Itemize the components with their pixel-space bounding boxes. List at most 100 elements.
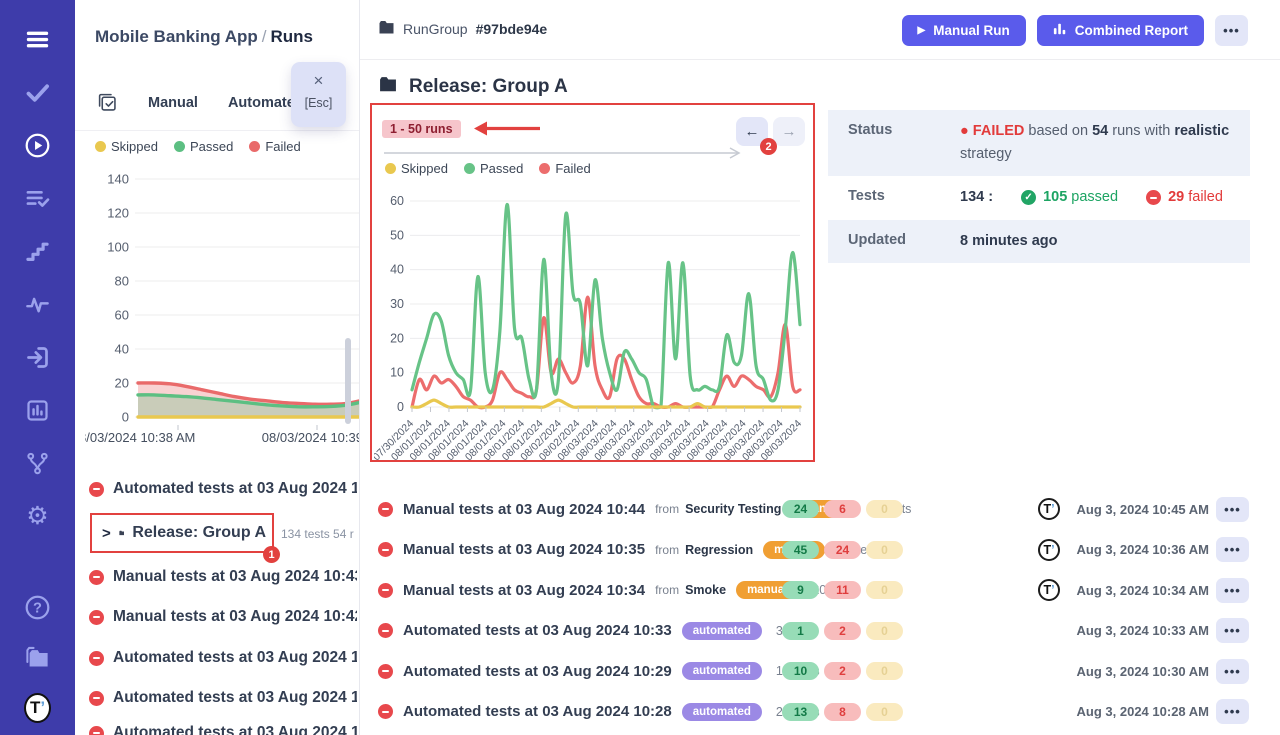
from-label: from (655, 502, 679, 516)
row-more-button[interactable]: ••• (1216, 497, 1249, 522)
legend-item-failed[interactable]: Failed (539, 161, 590, 176)
rungroup-run-row[interactable]: Manual tests at 03 Aug 2024 10:35fromReg… (378, 535, 1268, 565)
testomat-logo-icon[interactable]: T’ (24, 694, 51, 721)
rungroup-breadcrumb: RunGroup #97bde94e (378, 20, 547, 38)
legend-item-skipped[interactable]: Skipped (385, 161, 448, 176)
projects-icon[interactable] (24, 644, 51, 671)
row-more-button[interactable]: ••• (1216, 659, 1249, 684)
tab-manual[interactable]: Manual (148, 95, 198, 111)
legend-item-failed[interactable]: Failed (249, 139, 300, 154)
skipped-badge: 0 (866, 662, 903, 680)
steps-icon[interactable] (24, 238, 51, 265)
passed-badge: 10 (782, 662, 819, 680)
main-topbar: RunGroup #97bde94e ▶ Manual Run Combined… (360, 0, 1280, 60)
app-window: ⚙ ?T’ Mobile Banking App/Runs Manual Aut… (0, 0, 1280, 735)
failed-status-icon (89, 482, 104, 497)
tests-failed-label: failed (1188, 189, 1223, 205)
status-label: Status (848, 120, 960, 138)
legend-dot-icon (385, 163, 396, 174)
branches-icon[interactable] (24, 450, 51, 477)
run-timestamp: Aug 3, 2024 10:30 AM (1068, 664, 1209, 679)
result-badges: 2460 (782, 500, 903, 518)
result-badges: 9110 (782, 581, 903, 599)
combined-report-label: Combined Report (1075, 23, 1188, 38)
tasks-check-icon[interactable] (24, 79, 51, 106)
rungroup-run-row[interactable]: Automated tests at 03 Aug 2024 10:33auto… (378, 616, 1268, 646)
combined-report-button[interactable]: Combined Report (1037, 15, 1204, 46)
tests-total: 134 : (960, 186, 993, 209)
passed-badge: 24 (782, 500, 819, 518)
updated-value: 8 minutes ago (960, 230, 1250, 253)
project-name[interactable]: Mobile Banking App (95, 27, 258, 46)
run-timestamp: Aug 3, 2024 10:28 AM (1068, 704, 1209, 719)
rungroup-heading: Release: Group A (378, 76, 568, 98)
rungroup-run-row[interactable]: Manual tests at 03 Aug 2024 10:44fromSec… (378, 494, 1268, 524)
folder-icon (378, 76, 398, 98)
rungroup-id: #97bde94e (476, 21, 548, 37)
pulse-icon[interactable] (24, 291, 51, 318)
test-plans-icon[interactable] (24, 185, 51, 212)
legend-item-skipped[interactable]: Skipped (95, 139, 158, 154)
svg-text:140: 140 (107, 172, 129, 187)
manual-run-button[interactable]: ▶ Manual Run (902, 15, 1026, 46)
row-more-button[interactable]: ••• (1216, 578, 1249, 603)
failed-badge: 6 (824, 500, 861, 518)
import-icon[interactable] (24, 344, 51, 371)
sidebar-bottom-icons: ? T’ (0, 594, 75, 721)
help-icon[interactable]: ? (24, 594, 51, 621)
run-source: Regression (685, 543, 753, 557)
run-title: Automated tests at 03 Aug 2024 10 (113, 649, 357, 667)
settings-icon[interactable]: ⚙ (24, 503, 51, 530)
rungroup-run-row[interactable]: Automated tests at 03 Aug 2024 10:29auto… (378, 656, 1268, 686)
rungroup-title: Release: Group A (409, 76, 568, 98)
legend-dot-icon (174, 141, 185, 152)
svg-text:08/03/2024 10:39: 08/03/2024 10:39 (262, 430, 360, 445)
result-badges: 1380 (782, 703, 903, 721)
legend-dot-icon (539, 163, 550, 174)
expand-chevron-icon[interactable]: > (102, 525, 111, 542)
rungroup-run-row[interactable]: Automated tests at 03 Aug 2024 10:28auto… (378, 697, 1268, 727)
status-state: FAILED (973, 123, 1025, 139)
run-group-item-annotated[interactable]: >Release: Group A (90, 513, 274, 553)
close-icon[interactable]: × (291, 71, 346, 91)
from-label: from (655, 583, 679, 597)
row-more-button[interactable]: ••• (1216, 537, 1249, 562)
folder-icon (378, 20, 395, 38)
run-list-item[interactable]: Automated tests at 03 Aug 2024 10 (89, 683, 357, 713)
esc-close-tooltip[interactable]: × [Esc] (291, 62, 346, 127)
svg-text:80: 80 (115, 274, 129, 289)
run-list-item[interactable]: Automated tests at 03 Aug 2024 10 (89, 643, 357, 673)
annotation-step-2-badge: 2 (760, 138, 777, 155)
testomat-logo-icon: T’ (1038, 539, 1060, 561)
run-list-item[interactable]: Automated tests at 03 Aug 2024 10 (89, 474, 357, 504)
select-runs-icon[interactable] (97, 92, 118, 113)
svg-text:60: 60 (115, 308, 129, 323)
testomat-logo-icon: T’ (1038, 498, 1060, 520)
run-list-item[interactable]: Manual tests at 03 Aug 2024 10:42 (89, 602, 357, 632)
svg-text:10: 10 (390, 366, 404, 380)
run-list-item[interactable]: Manual tests at 03 Aug 2024 10:43 (89, 562, 357, 592)
annotation-step-1-badge: 1 (263, 546, 280, 563)
run-list-item[interactable]: Automated tests at 03 Aug 2024 1 (89, 718, 357, 735)
esc-key-label: [Esc] (291, 96, 346, 110)
row-more-button[interactable]: ••• (1216, 618, 1249, 643)
svg-text:0: 0 (397, 400, 404, 414)
tests-row: Tests 134 : ✓ 105 passed 29 failed (828, 176, 1250, 219)
run-play-icon[interactable] (24, 132, 51, 159)
failed-status-icon (89, 651, 104, 666)
svg-text:?: ? (33, 601, 42, 617)
topbar-more-button[interactable]: ••• (1215, 15, 1248, 46)
run-title: Manual tests at 03 Aug 2024 10:34 (403, 582, 645, 599)
analytics-icon[interactable] (24, 397, 51, 424)
legend-item-passed[interactable]: Passed (174, 139, 233, 154)
svg-text:30: 30 (390, 297, 404, 311)
rungroup-run-row[interactable]: Manual tests at 03 Aug 2024 10:34fromSmo… (378, 575, 1268, 605)
icon-sidebar: ⚙ ? T’ (0, 0, 75, 735)
bar-chart-icon (1053, 22, 1067, 39)
legend-item-passed[interactable]: Passed (464, 161, 523, 176)
chart-next-button[interactable]: → (773, 117, 805, 146)
row-more-button[interactable]: ••• (1216, 699, 1249, 724)
panel-scrollbar[interactable] (345, 338, 351, 424)
failed-badge: 24 (824, 541, 861, 559)
menu-icon[interactable] (24, 26, 51, 53)
